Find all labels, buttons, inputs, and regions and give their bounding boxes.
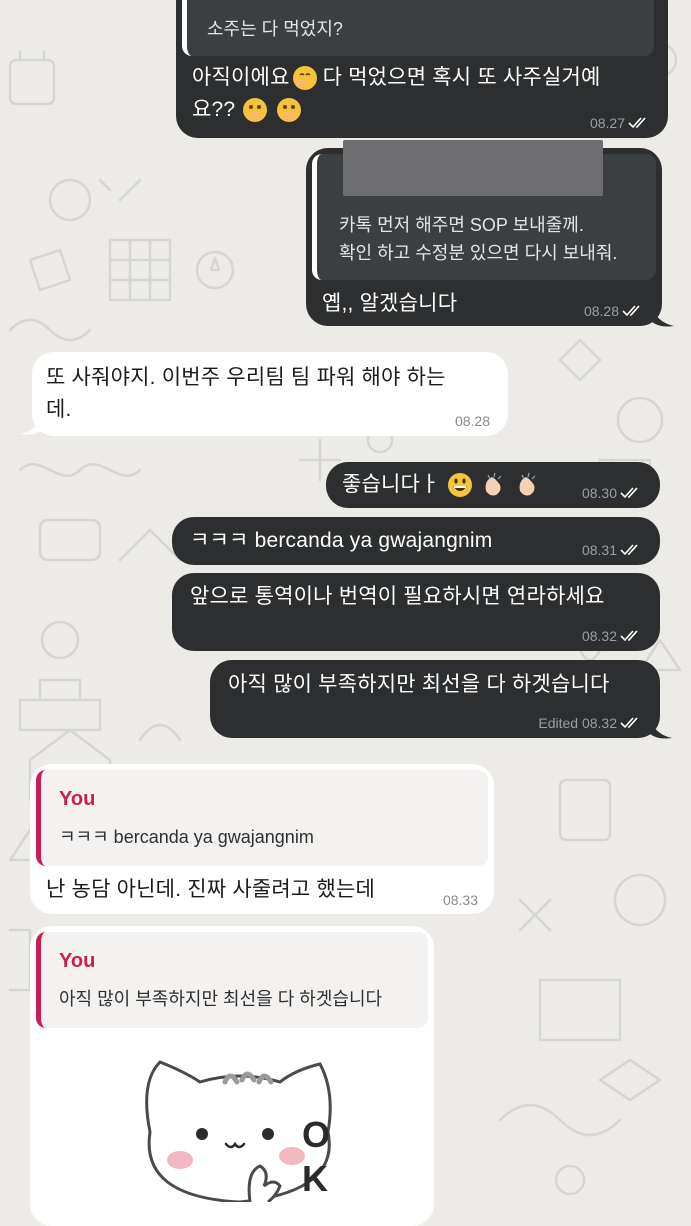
double-check-read-icon (628, 117, 646, 129)
sticker-text-o: O (302, 1114, 331, 1155)
clapping-hands-emoji-icon (485, 473, 502, 496)
face-with-open-eyes-hand-over-mouth-emoji-icon (243, 98, 268, 123)
message-text: 옙,, 알겠습니다 (322, 292, 458, 315)
message-bubble-incoming[interactable]: 또 사줘야지. 이번주 우리팀 팀 파워 해야 하는 데. 08.28 (32, 352, 508, 436)
message-text: ㅋㅋㅋ bercanda ya gwajangnim (190, 529, 493, 552)
reply-quote[interactable]: You 아직 많이 부족하지만 최선을 다 하겟습니다 (36, 932, 428, 1028)
message-text: 난 농담 아닌데. 진짜 사줄려고 했는데 (46, 878, 376, 901)
message-time: 08.28 (454, 413, 490, 429)
reply-quote-author: You (59, 788, 96, 810)
grinning-face-emoji-icon (447, 473, 472, 498)
double-check-read-icon (622, 305, 640, 317)
reply-quote-text-line1: 카톡 먼저 해주면 SOP 보내줄께. (339, 215, 584, 235)
double-check-read-icon (620, 487, 638, 499)
message-text-content: 좋습니다ㅏ (342, 473, 440, 496)
reply-quote-text: ㅋㅋㅋ bercanda ya gwajangnim (59, 827, 314, 847)
message-bubble-outgoing[interactable]: ㅋㅋㅋ bercanda ya gwajangnim 08.31 (172, 517, 660, 565)
message-text: 앞으로 통역이나 번역이 필요하시면 연라하세요 (190, 585, 605, 608)
message-time: 08.31 (581, 542, 617, 558)
message-text-line1a: 아직이에요 (192, 66, 290, 89)
message-bubble-outgoing[interactable]: 소주는 다 먹었지? 아직이에요 다 먹었으면 혹시 또 사주실거예 요?? 08… (176, 0, 668, 138)
message-bubble-incoming[interactable]: You ㅋㅋㅋ bercanda ya gwajangnim 난 농담 아닌데.… (30, 764, 494, 914)
clapping-hands-emoji-icon (519, 473, 536, 496)
message-text-line2: 요?? (192, 98, 236, 121)
message-bubble-outgoing[interactable]: 아직 많이 부족하지만 최선을 다 하겟습니다 Edited 08.32 (210, 660, 660, 738)
face-with-hand-over-mouth-emoji-icon (292, 66, 317, 91)
message-bubble-outgoing[interactable]: 좋습니다ㅏ 08.30 (326, 462, 660, 508)
message-time: 08.32 (581, 628, 617, 644)
face-with-open-eyes-hand-over-mouth-emoji-icon (277, 98, 302, 123)
message-meta: 08.30 (582, 485, 642, 501)
message-text-line1b: 다 먹었으면 혹시 또 사주실거예 (322, 66, 601, 89)
message-text: 아직 많이 부족하지만 최선을 다 하겟습니다 (228, 673, 610, 696)
reply-quote-text: 아직 많이 부족하지만 최선을 다 하겟습니다 (59, 989, 383, 1009)
message-text: 또 사줘야지. 이번주 우리팀 팀 파워 해야 하는 데. (46, 362, 506, 426)
double-check-read-icon (620, 630, 638, 642)
reply-quote-text-line2: 확인 하고 수정분 있으면 다시 보내줘. (339, 243, 618, 263)
message-text: 좋습니다ㅏ (342, 469, 542, 501)
reply-quote-text: 소주는 다 먹었지? (207, 19, 343, 39)
reply-quote[interactable]: 소주는 다 먹었지? (182, 0, 654, 56)
message-meta: 08.28 (455, 413, 490, 429)
message-bubble-outgoing[interactable]: 카톡 먼저 해주면 SOP 보내줄께. 확인 하고 수정분 있으면 다시 보내줘… (306, 140, 662, 326)
message-bubble-incoming-sticker[interactable]: You 아직 많이 부족하지만 최선을 다 하겟습니다 O K (30, 926, 434, 1226)
message-time: 08.27 (589, 115, 625, 131)
message-meta: 08.33 (443, 892, 478, 908)
reply-quote[interactable]: 카톡 먼저 해주면 SOP 보내줄께. 확인 하고 수정분 있으면 다시 보내줘… (312, 140, 656, 280)
double-check-read-icon (620, 717, 638, 729)
message-meta: 08.27 (590, 115, 650, 131)
message-meta: 08.32 (582, 628, 642, 644)
message-meta: Edited 08.32 (538, 715, 642, 731)
reply-quote-author: You (59, 950, 96, 972)
message-time: Edited 08.32 (538, 715, 617, 731)
message-time: 08.30 (581, 485, 617, 501)
cat-ok-sticker[interactable] (130, 1052, 390, 1202)
message-text-line1: 또 사줘야지. 이번주 우리팀 팀 파워 해야 하는 (46, 366, 446, 389)
reply-quote[interactable]: You ㅋㅋㅋ bercanda ya gwajangnim (36, 770, 488, 866)
message-time: 08.28 (583, 303, 619, 319)
message-meta: 08.28 (584, 303, 644, 319)
message-meta: 08.31 (582, 542, 642, 558)
redacted-block (343, 140, 603, 196)
message-time: 08.33 (442, 892, 478, 908)
message-bubble-outgoing[interactable]: 앞으로 통역이나 번역이 필요하시면 연라하세요 08.32 (172, 573, 660, 651)
sticker-text-k: K (302, 1158, 328, 1199)
double-check-read-icon (620, 544, 638, 556)
message-text-line2: 데. (46, 398, 72, 421)
